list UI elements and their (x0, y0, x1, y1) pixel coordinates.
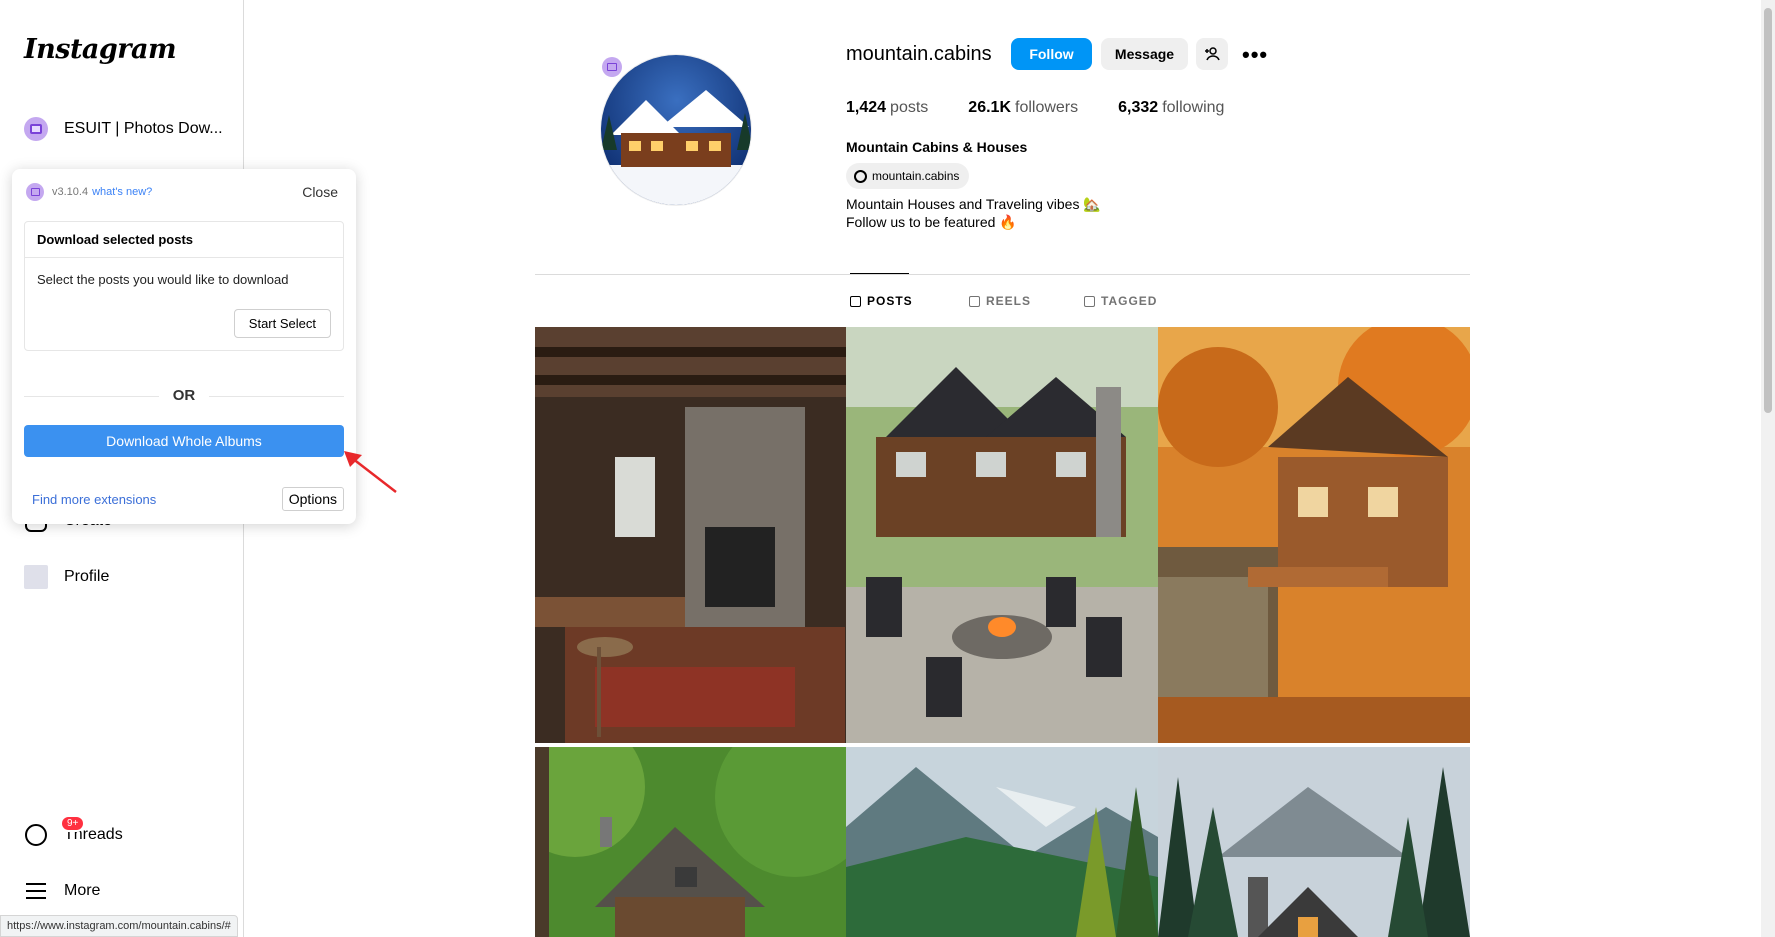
follow-button[interactable]: Follow (1011, 38, 1092, 70)
reels-icon (969, 295, 980, 307)
threads-handle: mountain.cabins (872, 169, 960, 183)
sidebar-item-profile[interactable]: Profile (24, 565, 109, 589)
add-person-icon[interactable] (1196, 38, 1228, 70)
active-tab-indicator (850, 273, 909, 274)
post-thumbnail[interactable] (1158, 327, 1470, 743)
or-divider: OR (24, 387, 344, 404)
extension-icon[interactable] (602, 57, 622, 77)
threads-icon (24, 823, 48, 847)
post-thumbnail[interactable] (535, 327, 846, 743)
version-label: v3.10.4 (52, 186, 89, 198)
image-icon (1158, 747, 1470, 937)
post-thumbnail[interactable] (1158, 747, 1470, 937)
extension-icon (24, 117, 48, 141)
red-arrow-annotation (344, 451, 397, 493)
post-thumbnail[interactable] (846, 747, 1158, 937)
notification-badge: 9+ (60, 815, 86, 832)
profile-username: mountain.cabins (846, 43, 992, 65)
extension-icon (26, 183, 44, 201)
sidebar-item-threads[interactable]: 9+ Threads (24, 815, 123, 847)
following-count[interactable]: 6,332 following (1118, 99, 1224, 117)
whats-new-link[interactable]: what's new? (92, 186, 152, 198)
grid-icon (850, 295, 861, 307)
tab-label: POSTS (867, 294, 913, 308)
threads-link[interactable]: mountain.cabins (846, 163, 970, 189)
tab-label: TAGGED (1101, 294, 1158, 308)
scrollbar[interactable] (1761, 0, 1775, 937)
status-url: https://www.instagram.com/mountain.cabin… (0, 915, 238, 937)
card-description: Select the posts you would like to downl… (37, 272, 289, 287)
sidebar-item-esuit-extension[interactable]: ESUIT | Photos Dow... (24, 117, 223, 141)
threads-icon (854, 169, 867, 183)
options-button[interactable]: Options (281, 487, 344, 511)
followers-count[interactable]: 26.1K followers (968, 99, 1078, 117)
post-thumbnail[interactable] (846, 327, 1158, 743)
hamburger-menu-icon (24, 879, 48, 903)
more-options-icon[interactable]: ••• (1242, 42, 1268, 68)
extension-popup: v3.10.4 what's new? Close Download selec… (12, 169, 356, 524)
image-icon (846, 327, 1158, 743)
card-title: Download selected posts (25, 222, 343, 258)
message-button[interactable]: Message (1101, 38, 1188, 70)
tab-tagged[interactable]: TAGGED (1084, 294, 1157, 308)
image-icon (535, 327, 846, 743)
tab-posts[interactable]: POSTS (850, 294, 913, 308)
instagram-logo[interactable]: Instagram (24, 34, 177, 65)
posts-count[interactable]: 1,424 posts (846, 99, 928, 117)
image-icon (535, 747, 846, 937)
download-selected-card: Download selected posts Select the posts… (24, 221, 344, 351)
tagged-icon (1084, 295, 1095, 307)
profile-bio: Mountain Houses and Traveling vibes 🏡 Fo… (846, 195, 1101, 231)
profile-avatar (24, 565, 48, 589)
profile-avatar[interactable] (600, 54, 752, 206)
sidebar-item-label: More (64, 882, 101, 899)
tabs-divider (535, 274, 1470, 275)
scrollbar-thumb[interactable] (1764, 8, 1772, 413)
tab-reels[interactable]: REELS (969, 294, 1031, 308)
post-thumbnail[interactable] (535, 747, 846, 937)
bio-line: Follow us to be featured 🔥 (846, 214, 1017, 230)
close-button[interactable]: Close (302, 184, 338, 200)
popup-header: v3.10.4 what's new? Close (26, 183, 338, 201)
start-select-button[interactable]: Start Select (233, 309, 331, 338)
download-whole-albums-button[interactable]: Download Whole Albums (24, 425, 344, 457)
image-icon (846, 747, 1158, 937)
bio-line: Mountain Houses and Traveling vibes 🏡 (846, 196, 1101, 212)
profile-full-name: Mountain Cabins & Houses (846, 139, 1028, 155)
tab-label: REELS (986, 294, 1032, 308)
profile-stats: 1,424 posts 26.1K followers 6,332 following (846, 99, 1224, 117)
sidebar-item-more[interactable]: More (24, 879, 100, 903)
image-icon (1158, 327, 1470, 743)
find-more-extensions-link[interactable]: Find more extensions (32, 492, 156, 507)
sidebar-item-label: Profile (64, 568, 110, 585)
sidebar-item-label: ESUIT | Photos Dow... (64, 120, 223, 137)
